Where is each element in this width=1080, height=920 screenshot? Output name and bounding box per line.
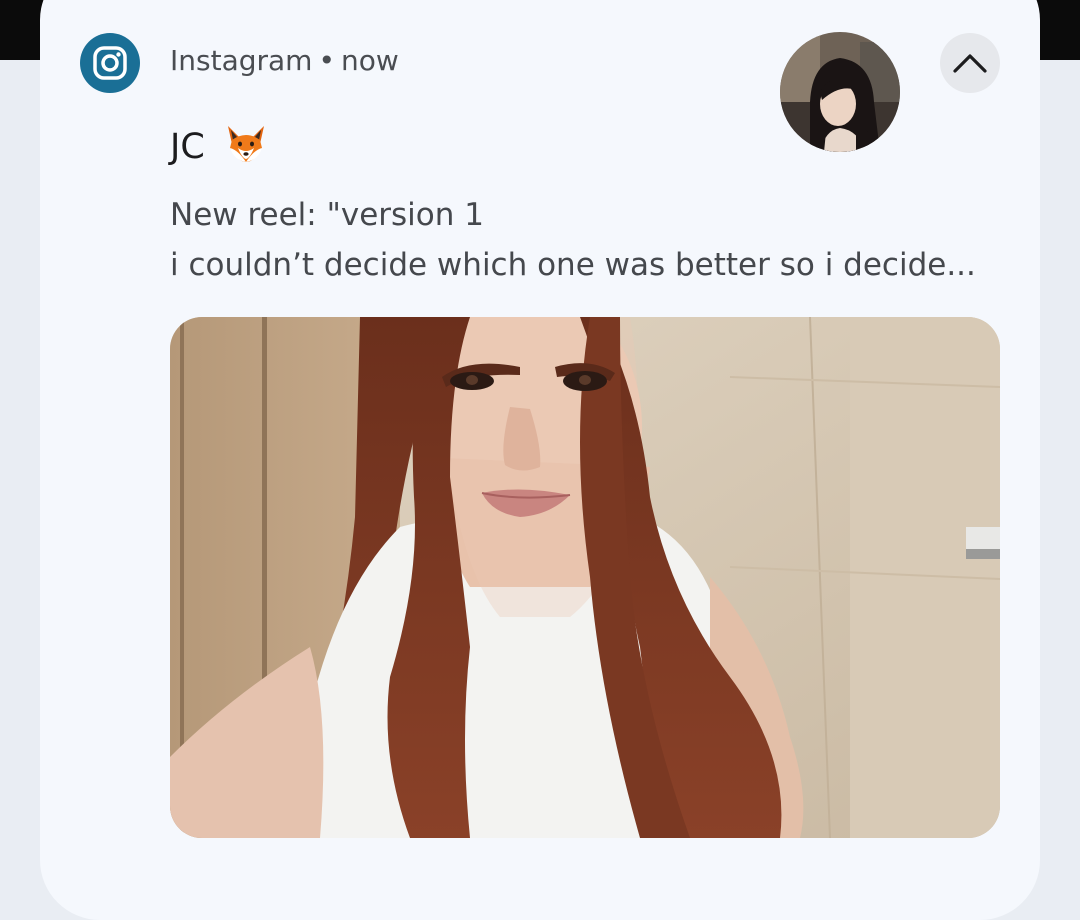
instagram-icon [80, 33, 140, 93]
notification-message: New reel: "version 1 i couldn’t decide w… [170, 190, 1000, 290]
notification-header: Instagram • now [170, 44, 399, 77]
sender-line: JC [170, 124, 268, 167]
header-separator: • [318, 44, 335, 77]
app-name: Instagram [170, 44, 313, 77]
chevron-up-icon [953, 54, 987, 73]
sender-name: JC [170, 127, 205, 167]
profile-photo [780, 32, 900, 152]
reel-preview-photo[interactable] [170, 317, 1000, 838]
message-line-2: i couldn’t decide which one was better s… [170, 247, 976, 283]
notification-time: now [340, 44, 399, 77]
message-line-1: New reel: "version 1 [170, 197, 484, 233]
fox-emoji [224, 124, 268, 164]
collapse-button[interactable] [940, 33, 1000, 93]
